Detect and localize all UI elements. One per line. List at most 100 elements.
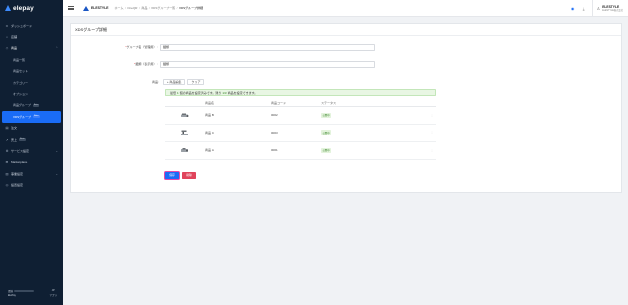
- header-status: ステータス: [321, 101, 337, 105]
- group-name-input[interactable]: 麺類: [160, 44, 375, 51]
- product-count-alert: 最低 1 個の商品を設定済みです。残り 1/3 商品を設定できます。: [165, 89, 436, 96]
- alert-middle: 個の商品を設定済みです。残り: [179, 90, 222, 95]
- row-menu-icon[interactable]: ⋮: [428, 114, 436, 117]
- help-icon[interactable]: ◉: [569, 5, 577, 13]
- breadcrumb-separator: /: [148, 6, 150, 10]
- sidebar-item-label: Marketplace: [11, 160, 28, 165]
- page-title: XDSグループ詳細: [71, 24, 621, 36]
- sidebar-sub-product-group[interactable]: 商品グループ Beta: [0, 100, 63, 111]
- sidebar-item-label: 設置設定: [11, 183, 24, 188]
- status-badge: 公開中: [321, 147, 332, 153]
- sidebar-item-install-settings[interactable]: ◎ 設置設定: [0, 179, 63, 190]
- breadcrumb-home[interactable]: ホーム: [115, 6, 124, 10]
- product-thumbnail-icon: [181, 113, 189, 117]
- sidebar-item-business-settings[interactable]: ▥ 事業設定 ⌄: [0, 168, 63, 179]
- user-menu[interactable]: ♙ ELESTYLE ELESTYLE株式会社: [591, 0, 623, 17]
- table-row[interactable]: 商品 A 0001 公開中 ⋮: [165, 142, 436, 160]
- product-image: [165, 129, 205, 136]
- sidebar-item-orders[interactable]: ▤ 注文: [0, 123, 63, 134]
- breadcrumb-separator: /: [176, 6, 178, 10]
- breadcrumb-oneqr[interactable]: OneQR: [127, 6, 137, 10]
- sidebar-item-label: サービス設定: [11, 148, 30, 153]
- user-icon: ♙: [596, 6, 601, 11]
- sidebar-sub-label: XDSグループ: [13, 114, 31, 119]
- row-menu-icon[interactable]: ⋮: [428, 149, 436, 152]
- marketplace-icon: ⊞: [5, 160, 9, 165]
- sidebar-item-dashboard[interactable]: ⊙ ダッシュボード: [0, 20, 63, 31]
- app-link[interactable]: アプリ: [49, 293, 57, 297]
- app-name: ElePay: [8, 294, 16, 297]
- display-name-row: *麺類（表示用） : 麺類: [123, 61, 375, 68]
- breadcrumb-products[interactable]: 商品: [141, 6, 147, 10]
- install-icon: ◎: [5, 183, 9, 188]
- sidebar-item-service-settings[interactable]: ⚙ サービス設定 ⌄: [0, 145, 63, 156]
- elepay-logo[interactable]: elepay: [0, 0, 63, 16]
- sidebar-sub-category[interactable]: カテゴリー: [0, 77, 63, 88]
- table-row[interactable]: 商品 C 0003 公開中 ⋮: [165, 125, 436, 142]
- sidebar-item-label: 注文: [11, 126, 18, 131]
- sidebar-item-marketplace[interactable]: ⊞ Marketplace: [0, 157, 63, 168]
- sidebar-sub-product-set[interactable]: 商品セット: [0, 66, 63, 77]
- top-right-area: ◉ ⤓ ♙ ELESTYLE ELESTYLE株式会社: [566, 0, 628, 17]
- row-menu-icon[interactable]: ⋮: [428, 131, 436, 134]
- sidebar: elepay ⊙ ダッシュボード ⌂ 店舗 ◇ 商品 ⌃ 商品一覧 商品セット …: [0, 0, 63, 305]
- sidebar-item-label: 事業設定: [11, 171, 24, 176]
- env-selector[interactable]: 環境: [8, 289, 35, 293]
- product-thumbnail-icon: [181, 130, 188, 136]
- service-icon: ⚙: [5, 148, 9, 153]
- delete-button[interactable]: 削除: [182, 172, 196, 179]
- breadcrumb-separator: /: [138, 6, 140, 10]
- display-name-label: *麺類（表示用） :: [134, 62, 158, 67]
- product-code: 0002: [271, 113, 278, 118]
- download-icon[interactable]: ⤓: [580, 5, 588, 13]
- elepay-logo-icon: [5, 5, 11, 11]
- alert-min-count: 1: [177, 90, 179, 95]
- sidebar-item-label: ダッシュボード: [11, 23, 33, 28]
- sidebar-sub-label: 商品グループ: [13, 103, 31, 108]
- product-thumbnail-icon: [181, 147, 188, 152]
- group-name-row: *グループ名（管理用） : 麺類: [123, 44, 375, 51]
- display-name-label-text: 麺類（表示用）: [135, 62, 157, 67]
- sidebar-sub-xds-group[interactable]: XDSグループ Beta: [2, 111, 61, 123]
- brand-name: ELESTYLE: [91, 6, 109, 10]
- product-name: 商品 B: [205, 113, 214, 118]
- user-company: ELESTYLE株式会社: [602, 9, 623, 12]
- display-name-input[interactable]: 麺類: [160, 61, 375, 68]
- hamburger-menu-icon[interactable]: [68, 5, 74, 11]
- sidebar-item-sales[interactable]: ↗ 売上 Beta: [0, 134, 63, 145]
- chevron-down-icon: ⌄: [55, 171, 58, 176]
- sidebar-item-store[interactable]: ⌂ 店舗: [0, 31, 63, 42]
- chevron-down-icon: ⌄: [55, 148, 58, 153]
- product-code: 0003: [271, 130, 278, 135]
- business-icon: ▥: [5, 171, 9, 176]
- products-table: 商品名 商品コード ステータス 商品 B 0002 公開中 ⋮ 商品 C 000…: [165, 100, 436, 160]
- brand-logo-icon: [83, 5, 89, 11]
- group-name-value: 麺類: [163, 45, 170, 50]
- sidebar-sub-option[interactable]: オプション: [0, 88, 63, 99]
- beta-badge: Beta: [32, 103, 40, 107]
- top-bar: ELESTYLE ホーム / OneQR / 商品 / XDSグループ一覧 / …: [63, 0, 628, 17]
- status-badge: 公開中: [321, 130, 332, 136]
- save-button[interactable]: 保存: [165, 172, 179, 179]
- product-icon: ◇: [5, 46, 9, 51]
- status-badge: 公開中: [321, 112, 332, 118]
- brand[interactable]: ELESTYLE: [83, 5, 109, 11]
- edit-products-button[interactable]: + 商品編集: [162, 79, 186, 86]
- group-name-label-text: グループ名（管理用）: [126, 45, 157, 50]
- beta-badge: Beta: [33, 115, 40, 119]
- order-icon: ▤: [5, 126, 9, 131]
- sidebar-footer: 環境 ElePay JP アプリ: [8, 289, 57, 297]
- sidebar-sub-product-list[interactable]: 商品一覧: [0, 54, 63, 65]
- sidebar-sub-label: 商品一覧: [13, 57, 26, 62]
- language-selector[interactable]: JP: [52, 289, 55, 292]
- product-name: 商品 A: [205, 148, 214, 153]
- clear-button[interactable]: クリア: [187, 79, 205, 86]
- chevron-up-icon: ⌃: [55, 46, 58, 51]
- store-icon: ⌂: [6, 35, 8, 40]
- table-row[interactable]: 商品 B 0002 公開中 ⋮: [165, 107, 436, 125]
- sidebar-item-products[interactable]: ◇ 商品 ⌃: [0, 43, 63, 54]
- product-image: [165, 112, 205, 119]
- breadcrumb-xds-group-list[interactable]: XDSグループ一覧: [151, 6, 175, 10]
- sidebar-item-label: 店舗: [11, 35, 18, 40]
- alert-suffix: 商品を設定できます。: [227, 90, 258, 95]
